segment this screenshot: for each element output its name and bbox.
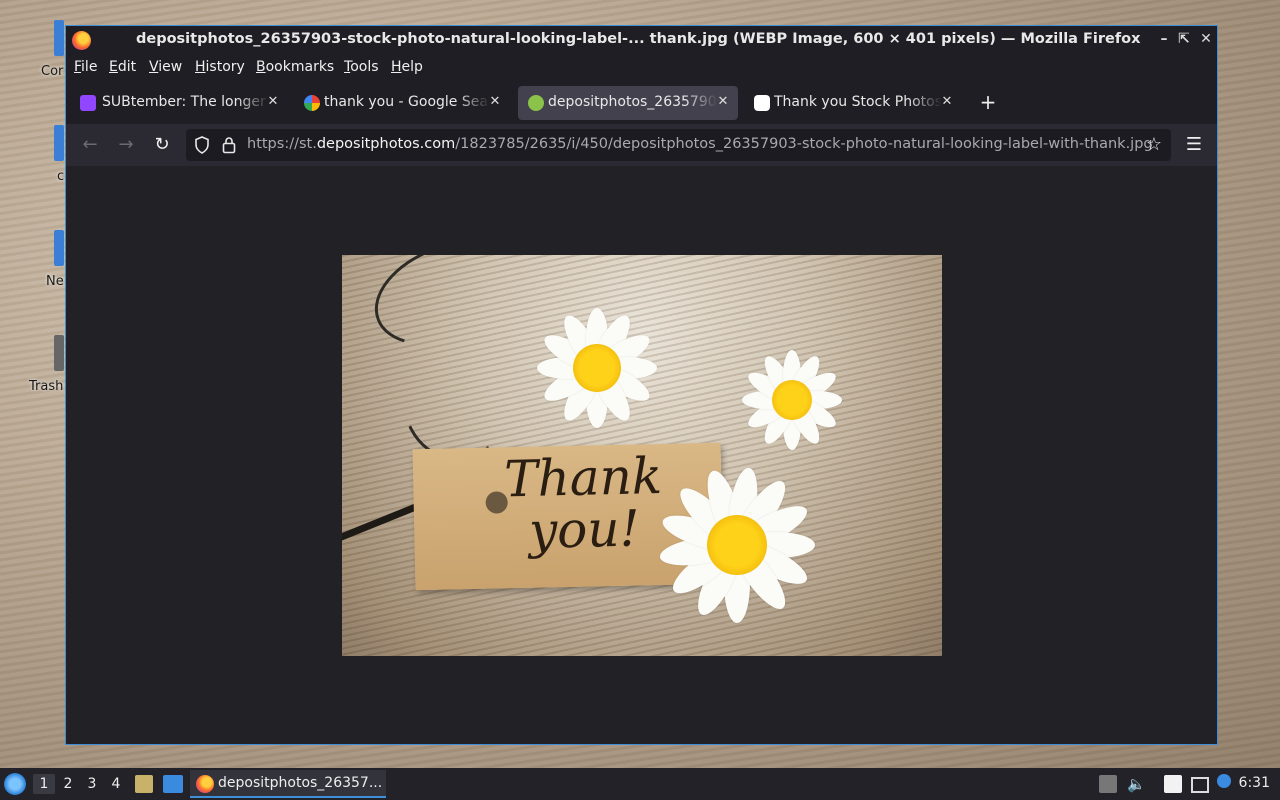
menu-bar: File Edit View History Bookmarks Tools H… — [66, 54, 1217, 82]
tiktok-icon — [754, 95, 770, 111]
tab-label: thank you - Google Searc — [324, 94, 490, 110]
tab-label: Thank you Stock Photos, — [774, 94, 942, 110]
url-bar[interactable]: https://st.depositphotos.com/1823785/263… — [186, 129, 1171, 161]
task-label: depositphotos_26357... — [218, 775, 383, 791]
show-desktop-icon[interactable] — [163, 775, 183, 793]
tab-close-icon[interactable]: ✕ — [486, 93, 504, 111]
computer-icon — [54, 20, 64, 56]
bookmark-star-icon[interactable]: ☆ — [1143, 134, 1165, 156]
taskbar-firefox-task[interactable]: depositphotos_26357... — [190, 770, 386, 798]
window-title: depositphotos_26357903-stock-photo-natur… — [136, 31, 1141, 47]
network-icon[interactable] — [1191, 777, 1209, 793]
navigation-toolbar: ← → ↻ https://st.depositphotos.com/18237… — [66, 124, 1217, 166]
close-icon[interactable]: ✕ — [1196, 29, 1216, 49]
taskbar: 1 2 3 4 depositphotos_26357... 🔈 6:31 — [0, 768, 1280, 800]
tab-depositphotos[interactable]: depositphotos_2635790 ✕ — [518, 86, 738, 120]
back-button[interactable]: ← — [78, 133, 102, 157]
hamburger-menu-icon[interactable]: ☰ — [1182, 133, 1206, 157]
workspace-2[interactable]: 2 — [57, 774, 79, 794]
daisy-flower — [647, 465, 827, 625]
thank-you-photo: Thank you! — [342, 255, 942, 656]
volume-icon[interactable]: 🔈 — [1127, 775, 1146, 793]
workspace-3[interactable]: 3 — [81, 774, 103, 794]
tab-bar: SUBtember: The longer t ✕ thank you - Go… — [66, 82, 1217, 124]
desktop-icon-network[interactable]: Ne — [0, 230, 64, 300]
menu-edit[interactable]: Edit — [109, 59, 136, 75]
minimize-icon[interactable]: – — [1154, 29, 1174, 49]
file-manager-icon[interactable] — [135, 775, 153, 793]
workspace-1[interactable]: 1 — [33, 774, 55, 794]
desktop-icon-home[interactable]: c — [0, 125, 64, 195]
menu-bookmarks[interactable]: Bookmarks — [256, 59, 334, 75]
menu-help[interactable]: Help — [391, 59, 423, 75]
tab-close-icon[interactable]: ✕ — [264, 93, 282, 111]
keyboard-layout-icon[interactable] — [1099, 775, 1117, 793]
twitch-icon — [80, 95, 96, 111]
daisy-flower — [522, 303, 672, 433]
desktop-icon-trash[interactable]: Trash — [0, 335, 64, 405]
workspace-4[interactable]: 4 — [105, 774, 127, 794]
google-icon — [304, 95, 320, 111]
tab-label: depositphotos_2635790 — [548, 94, 717, 110]
lock-icon[interactable] — [222, 136, 236, 154]
maximize-icon[interactable]: ⇱ — [1174, 29, 1194, 49]
menu-file[interactable]: File — [74, 59, 97, 75]
desktop-icon-label: c — [57, 169, 65, 184]
menu-view[interactable]: View — [149, 59, 182, 75]
network-icon — [54, 230, 64, 266]
tab-close-icon[interactable]: ✕ — [938, 93, 956, 111]
trash-icon — [54, 335, 64, 371]
firefox-icon — [196, 775, 214, 793]
desktop-icon-label: Trash — [29, 379, 64, 394]
tab-google[interactable]: thank you - Google Searc ✕ — [294, 86, 510, 120]
shield-icon[interactable] — [194, 136, 210, 154]
clock[interactable]: 6:31 — [1239, 775, 1270, 791]
menu-history[interactable]: History — [195, 59, 245, 75]
desktop-icon-label: Ne — [46, 274, 64, 289]
firefox-window: depositphotos_26357903-stock-photo-natur… — [65, 25, 1218, 745]
folder-icon — [54, 125, 64, 161]
start-menu-icon[interactable] — [4, 773, 26, 795]
firefox-icon — [72, 31, 91, 50]
tab-twitch[interactable]: SUBtember: The longer t ✕ — [70, 86, 288, 120]
new-tab-button[interactable]: + — [976, 90, 1000, 114]
forward-button[interactable]: → — [114, 133, 138, 157]
menu-tools[interactable]: Tools — [344, 59, 379, 75]
tab-stock-photos[interactable]: Thank you Stock Photos, ✕ — [744, 86, 962, 120]
daisy-flower — [737, 345, 847, 455]
clipboard-icon[interactable] — [1164, 775, 1182, 793]
depositphotos-icon — [528, 95, 544, 111]
tab-label: SUBtember: The longer t — [102, 94, 270, 110]
page-content: Thank you! — [66, 166, 1217, 744]
reload-button[interactable]: ↻ — [150, 133, 174, 157]
notification-icon[interactable] — [1217, 774, 1231, 788]
url-text[interactable]: https://st.depositphotos.com/1823785/263… — [247, 136, 1153, 152]
title-bar[interactable]: depositphotos_26357903-stock-photo-natur… — [66, 26, 1217, 54]
desktop-icon-computer[interactable]: Cor — [0, 20, 64, 90]
desktop-icon-label: Cor — [41, 64, 64, 79]
tab-close-icon[interactable]: ✕ — [714, 93, 732, 111]
